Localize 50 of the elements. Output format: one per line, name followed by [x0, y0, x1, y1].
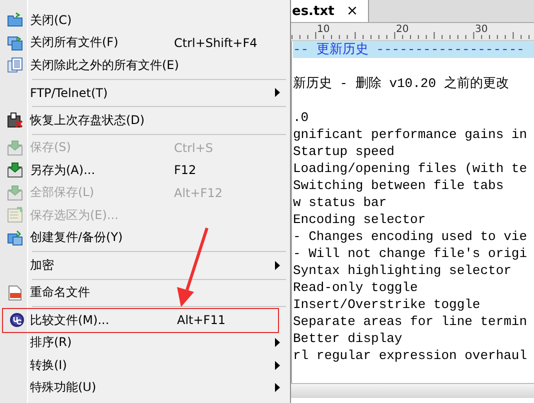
code-line: Loading/opening files (with te: [293, 160, 528, 177]
menu-item[interactable]: 关闭(C): [0, 9, 290, 32]
menu-item[interactable]: 特殊功能(U): [0, 376, 290, 399]
folder-icon: [7, 12, 23, 28]
code-line: Switching between file tabs: [293, 177, 505, 194]
menu-item[interactable]: 关闭所有文件(F) Ctrl+Shift+F4: [0, 32, 290, 54]
ruler-number: 30: [475, 24, 488, 35]
compare-icon: [8, 312, 24, 328]
save-icon: [7, 162, 23, 178]
save-icon: [7, 184, 23, 201]
submenu-arrow-icon: [275, 383, 280, 392]
menu-item[interactable]: 比较文件(M)... Alt+F11: [3, 309, 278, 332]
code-line: .0: [293, 109, 310, 126]
code-line: Syntax highlighting selector: [293, 262, 512, 279]
submenu-arrow-icon: [275, 360, 280, 370]
code-line: w status bar: [293, 194, 388, 211]
code-line: Better display: [293, 330, 404, 347]
menu-item[interactable]: 恢复上次存盘状态(D): [0, 109, 290, 132]
code-line: Read-only toggle: [293, 279, 419, 296]
menu-item[interactable]: 转换(I): [0, 354, 290, 376]
file-tab[interactable]: es.txt ×: [291, 0, 370, 22]
submenu-arrow-icon: [275, 88, 280, 98]
horizontal-scrollbar[interactable]: [291, 383, 534, 398]
pages-icon: [7, 57, 23, 74]
code-line: Insert/Overstrike toggle: [293, 296, 482, 313]
menu-item[interactable]: 加密: [0, 254, 290, 276]
submenu-arrow-icon: [275, 338, 280, 348]
submenu-arrow-icon: [275, 260, 280, 270]
code-line: gnificant performance gains in: [293, 126, 528, 143]
code-line: 新历史 - 删除 v10.20 之前的更改: [293, 75, 510, 92]
code-line: rl regular expression overhaul: [293, 347, 528, 364]
menu-item[interactable]: 排序(R): [0, 332, 290, 354]
menu-item[interactable]: 创建复件/备份(Y): [0, 226, 290, 249]
ruler-number: 20: [396, 24, 409, 35]
folders-icon: [7, 34, 23, 51]
menu-item[interactable]: 另存为(A)... F12: [0, 159, 290, 182]
menu-item[interactable]: 关闭除此之外的所有文件(E): [0, 54, 290, 76]
menu-item[interactable]: 重命名文件: [0, 282, 290, 304]
copy-icon: [7, 230, 23, 246]
save-icon: [7, 140, 23, 156]
code-line: Encoding selector: [293, 211, 427, 228]
disk-icon: [7, 112, 23, 128]
ruler-number: 10: [317, 24, 330, 35]
code-line: Startup speed: [293, 143, 396, 160]
code-line: - Will not change file's origi: [293, 245, 528, 262]
menu-item[interactable]: FTP/Telnet(T): [0, 82, 290, 104]
rename-icon: [7, 284, 23, 301]
document-icon: [7, 207, 23, 224]
code-line: Separate areas for line termin: [293, 313, 528, 330]
code-line: - Changes encoding used to vie: [293, 228, 528, 245]
